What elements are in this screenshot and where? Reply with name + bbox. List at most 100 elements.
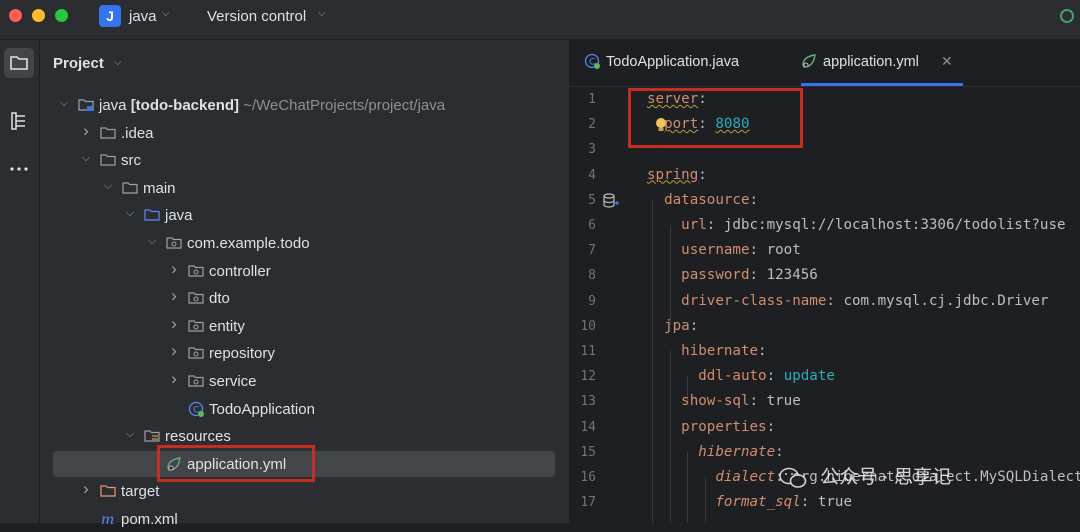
close-window-button[interactable] [9,9,22,22]
chevron-down-icon[interactable]: ⌵ [146,235,158,248]
tree-item[interactable]: › service [40,368,569,394]
panel-title[interactable]: Project [53,55,104,72]
tree-item[interactable]: › repository [40,340,569,366]
more-icon [10,167,28,171]
tree-item[interactable]: › controller [40,258,569,284]
line-number: 1 [588,92,596,107]
code-line: hibernate: [647,443,784,460]
code-line: jpa: [647,317,699,334]
package-icon [188,290,204,306]
minimize-window-button[interactable] [32,9,45,22]
editor-tab[interactable]: C TodoApplication.java [584,53,739,73]
tree-item[interactable]: ⌵ java [todo-backend] ~/WeChatProjects/pr… [40,92,569,118]
resources-folder-icon [144,428,160,444]
chevron-down-icon[interactable]: ⌵ [318,8,326,19]
tree-item-label: target [121,483,160,501]
more-tools-button[interactable] [4,154,34,184]
watermark: 公众号 · 思享记 [779,462,951,492]
tree-item-label: com.example.todo [187,235,310,252]
tree-item[interactable]: ⌵ com.example.todo [40,230,569,256]
highlight-box [157,445,315,482]
package-icon [166,235,182,251]
editor-tab-label: application.yml [823,54,919,70]
chevron-down-icon[interactable]: ⌵ [114,57,122,68]
chevron-right-icon[interactable]: › [168,259,180,279]
chevron-down-icon[interactable]: ⌵ [102,180,114,193]
line-number: 2 [588,117,596,133]
tree-item[interactable]: C TodoApplication [40,396,569,422]
tree-item-label: repository [209,345,275,363]
editor-tabs: C TodoApplication.java application.yml ✕ [570,40,1080,87]
title-bar: J java ⌵ Version control ⌵ [0,0,1080,40]
watermark-text: 公众号 · 思享记 [820,467,952,488]
code-line: spring: [647,166,707,183]
line-number: 14 [580,419,596,435]
code-line: hibernate: [647,343,767,359]
chevron-down-icon[interactable]: ⌵ [124,207,136,220]
chevron-right-icon[interactable]: › [168,314,180,334]
line-number: 10 [580,318,596,334]
tree-item[interactable]: ⌵ src [40,147,569,173]
chevron-down-icon[interactable]: ⌵ [162,8,170,19]
structure-tool-button[interactable] [4,106,34,136]
line-gutter: 1 2 3 4 5 6 7 8 9 10 11 12 13 14 15 16 17 [570,87,628,523]
chevron-right-icon[interactable]: › [168,369,180,389]
project-badge[interactable]: J [99,5,121,27]
tool-window-strip [0,40,40,523]
folder-icon [122,180,138,196]
chevron-right-icon[interactable]: › [80,479,92,499]
tree-item-label: java [165,207,193,225]
active-tab-indicator [801,83,963,86]
code-line: datasource: [647,191,759,208]
tree-item-label: java [todo-backend] ~/WeChatProjects/pro… [99,97,446,114]
code-line: url: jdbc:mysql://localhost:3306/todolis… [647,217,1066,233]
chevron-down-icon[interactable]: ⌵ [80,152,92,165]
chevron-right-icon[interactable]: › [168,286,180,306]
tree-item-label: main [143,179,176,197]
line-number: 4 [588,167,596,183]
tree-item-label: entity [209,317,245,335]
chevron-down-icon[interactable]: ⌵ [58,97,70,110]
maximize-window-button[interactable] [55,9,68,22]
line-number: 8 [588,268,596,284]
close-tab-icon[interactable]: ✕ [941,53,953,70]
highlight-box [628,88,803,148]
tree-item[interactable]: › dto [40,285,569,311]
folder-icon [100,152,116,168]
spring-class-icon: C [188,401,204,417]
project-tool-button[interactable] [4,48,34,78]
tree-item[interactable]: ⌵ main [40,175,569,201]
maven-icon: m [100,511,116,528]
chevron-right-icon[interactable]: › [80,121,92,141]
tree-item[interactable]: › entity [40,313,569,339]
package-icon [188,345,204,361]
tree-item[interactable]: m pom.xml [40,506,569,532]
version-control-menu[interactable]: Version control [207,8,306,25]
code-line: format_sql: true [647,494,852,511]
tree-item-label: resources [165,428,231,446]
tree-item[interactable]: › .idea [40,120,569,146]
status-indicator-icon[interactable] [1060,9,1074,23]
package-icon [188,263,204,279]
source-folder-icon [144,207,160,223]
line-number: 11 [580,344,596,359]
tree-item-label: dto [209,290,230,308]
code-line: properties: [647,418,776,435]
line-number: 3 [588,142,596,158]
module-folder-icon [78,97,94,113]
code-line: password: 123456 [647,267,818,284]
line-number: 15 [580,444,596,460]
tree-item[interactable]: › target [40,478,569,504]
project-selector[interactable]: java [129,8,157,25]
tree-item-label: .idea [121,124,154,142]
line-number: 17 [580,495,596,511]
tree-item[interactable]: ⌵ java [40,202,569,228]
chevron-right-icon[interactable]: › [168,341,180,361]
tree-item-label: controller [209,262,271,280]
code-line: ddl-auto: update [647,368,835,385]
package-icon [188,373,204,389]
code-editor[interactable]: server: port: 8080 spring: datasource: ur… [628,87,1080,523]
database-icon[interactable] [602,193,620,209]
editor-tab[interactable]: application.yml [801,53,919,73]
chevron-down-icon[interactable]: ⌵ [124,428,136,441]
